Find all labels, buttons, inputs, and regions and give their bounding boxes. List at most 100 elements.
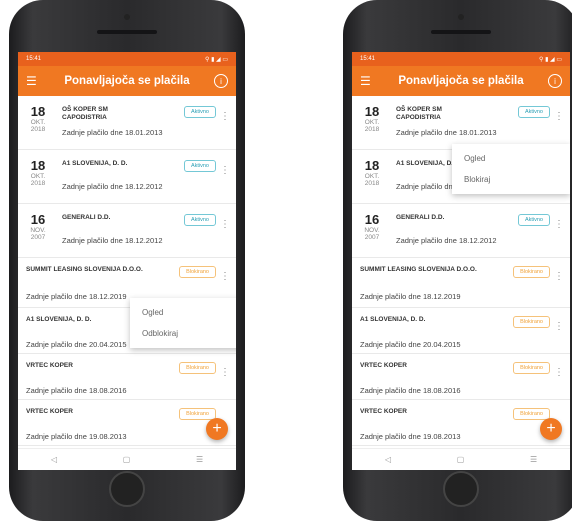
payee-name: SUMMIT LEASING SLOVENIJA D.O.O.: [360, 266, 477, 273]
status-badge: Aktivno: [517, 214, 550, 226]
page-title: Ponavljajoča se plačila: [64, 75, 190, 87]
status-badge: Blokirano: [179, 266, 216, 278]
more-icon[interactable]: ⋮: [220, 220, 230, 230]
last-payment: Zadnje plačilo dne 18.12.2012: [62, 182, 163, 191]
more-icon[interactable]: ⋮: [554, 272, 564, 282]
date-year: 2007: [30, 234, 46, 241]
date-month: OKT.: [364, 119, 380, 126]
last-payment: Zadnje plačilo dne 18.01.2013: [396, 128, 497, 137]
home-icon[interactable]: ▢: [457, 455, 465, 464]
status-time: 15:41: [360, 56, 376, 62]
status-icons: ⚲ ▮ ◢ ▭: [539, 56, 562, 63]
more-icon[interactable]: ⋮: [554, 368, 564, 378]
list-item[interactable]: VRTEC KOPER Zadnje plačilo dne 19.08.201…: [352, 400, 570, 446]
back-icon[interactable]: ◁: [385, 455, 391, 464]
home-icon[interactable]: ▢: [123, 455, 131, 464]
payee-name: A1 SLOVENIJA, D. D.: [26, 316, 92, 323]
date-box: 18 OKT. 2018: [360, 158, 384, 187]
nav-bar: ◁ ▢ ☰: [18, 448, 236, 470]
list-item[interactable]: VRTEC KOPER Zadnje plačilo dne 18.08.201…: [352, 354, 570, 400]
date-day: 18: [364, 158, 380, 173]
phone-right: 15:41 ⚲ ▮ ◢ ▭ ☰ Ponavljajoča se plačila …: [343, 0, 572, 521]
last-payment: Zadnje plačilo dne 18.12.2012: [62, 236, 163, 245]
stage: 15:41 ⚲ ▮ ◢ ▭ ☰ Ponavljajoča se plačila …: [0, 0, 572, 521]
menu-icon[interactable]: ☰: [360, 74, 374, 88]
home-button[interactable]: [109, 471, 145, 507]
date-day: 18: [30, 104, 46, 119]
payee-name: SUMMIT LEASING SLOVENIJA D.O.O.: [26, 266, 143, 273]
last-payment: Zadnje plačilo dne 20.04.2015: [26, 340, 127, 349]
more-icon[interactable]: ⋮: [554, 322, 564, 332]
menu-item-view[interactable]: Ogled: [130, 302, 236, 323]
status-badge: Aktivno: [183, 160, 216, 172]
payee-name: OŠ KOPER SM CAPODISTRIA: [62, 106, 108, 121]
list-item[interactable]: SUMMIT LEASING SLOVENIJA D.O.O. Zadnje p…: [352, 258, 570, 308]
list-item[interactable]: 18 OKT. 2018 A1 SLOVENIJA, D. D. Zadnje …: [18, 150, 236, 204]
menu-item-view[interactable]: Ogled: [452, 148, 570, 169]
recent-icon[interactable]: ☰: [530, 455, 537, 464]
list-item[interactable]: 16 NOV. 2007 GENERALI D.D. Zadnje plačil…: [18, 204, 236, 258]
status-badge: Blokirano: [513, 362, 550, 374]
more-icon[interactable]: ⋮: [220, 368, 230, 378]
date-box: 18 OKT. 2018: [26, 104, 50, 133]
status-badge: Aktivno: [183, 214, 216, 226]
payee-name: GENERALI D.D.: [62, 214, 111, 221]
last-payment: Zadnje plačilo dne 19.08.2013: [26, 432, 127, 441]
info-icon[interactable]: i: [214, 74, 228, 88]
date-day: 18: [30, 158, 46, 173]
info-icon[interactable]: i: [548, 74, 562, 88]
more-icon[interactable]: ⋮: [554, 220, 564, 230]
status-bar: 15:41 ⚲ ▮ ◢ ▭: [18, 52, 236, 66]
date-day: 16: [30, 212, 46, 227]
date-year: 2018: [364, 126, 380, 133]
last-payment: Zadnje plačilo dne 18.01.2013: [62, 128, 163, 137]
menu-icon[interactable]: ☰: [26, 74, 40, 88]
date-year: 2018: [30, 180, 46, 187]
list-item[interactable]: 18 OKT. 2018 OŠ KOPER SM CAPODISTRIA Zad…: [18, 96, 236, 150]
recent-icon[interactable]: ☰: [196, 455, 203, 464]
list-item[interactable]: A1 SLOVENIJA, D. D. Zadnje plačilo dne 2…: [352, 308, 570, 354]
date-month: OKT.: [30, 119, 46, 126]
app-bar: ☰ Ponavljajoča se plačila i: [18, 66, 236, 96]
list-item[interactable]: VRTEC KOPER Zadnje plačilo dne 18.08.201…: [18, 354, 236, 400]
payee-name: VRTEC KOPER: [360, 362, 407, 369]
more-icon[interactable]: ⋮: [220, 112, 230, 122]
payee-name: VRTEC KOPER: [360, 408, 407, 415]
more-icon[interactable]: ⋮: [554, 112, 564, 122]
last-payment: Zadnje plačilo dne 20.04.2015: [360, 340, 461, 349]
date-box: 18 OKT. 2018: [26, 158, 50, 187]
context-menu: Ogled Blokiraj: [452, 144, 570, 194]
more-icon[interactable]: ⋮: [220, 166, 230, 176]
add-button[interactable]: +: [206, 418, 228, 440]
status-badge: Blokirano: [513, 408, 550, 420]
last-payment: Zadnje plačilo dne 18.12.2019: [26, 292, 127, 301]
list-item[interactable]: 16 NOV. 2007 GENERALI D.D. Zadnje plačil…: [352, 204, 570, 258]
last-payment: Zadnje plačilo dne 18.08.2016: [360, 386, 461, 395]
speaker: [431, 30, 491, 34]
status-badge: Aktivno: [183, 106, 216, 118]
payee-name: GENERALI D.D.: [396, 214, 445, 221]
date-day: 16: [364, 212, 380, 227]
date-month: OKT.: [364, 173, 380, 180]
list-item[interactable]: VRTEC KOPER Zadnje plačilo dne 19.08.201…: [18, 400, 236, 446]
status-badge: Blokirano: [513, 316, 550, 328]
speaker: [97, 30, 157, 34]
screen-right: 15:41 ⚲ ▮ ◢ ▭ ☰ Ponavljajoča se plačila …: [352, 52, 570, 470]
context-menu: Ogled Odblokiraj: [130, 298, 236, 348]
menu-item-unblock[interactable]: Odblokiraj: [130, 323, 236, 344]
camera-icon: [124, 14, 130, 20]
more-icon[interactable]: ⋮: [220, 272, 230, 282]
add-button[interactable]: +: [540, 418, 562, 440]
list-item[interactable]: 18 OKT. 2018 OŠ KOPER SM CAPODISTRIA Zad…: [352, 96, 570, 150]
date-year: 2007: [364, 234, 380, 241]
date-box: 16 NOV. 2007: [26, 212, 50, 241]
back-icon[interactable]: ◁: [51, 455, 57, 464]
status-badge: Blokirano: [179, 408, 216, 420]
date-day: 18: [364, 104, 380, 119]
last-payment: Zadnje plačilo dne 19.08.2013: [360, 432, 461, 441]
home-button[interactable]: [443, 471, 479, 507]
menu-item-block[interactable]: Blokiraj: [452, 169, 570, 190]
payee-name: OŠ KOPER SM CAPODISTRIA: [396, 106, 442, 121]
date-month: OKT.: [30, 173, 46, 180]
last-payment: Zadnje plačilo dne 18.08.2016: [26, 386, 127, 395]
